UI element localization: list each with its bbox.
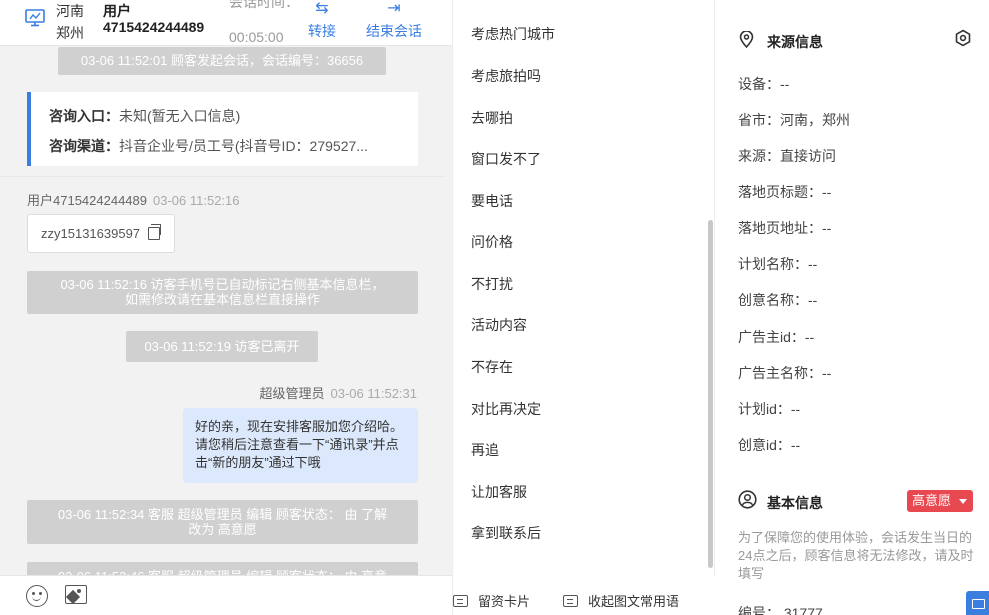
visitor-left-notice: 03-06 11:52:19 访客已离开 xyxy=(126,331,318,362)
user-label: 用户 xyxy=(103,3,131,19)
source-info-row: 创意名称：-- xyxy=(738,292,818,308)
source-info-row: 落地页标题：-- xyxy=(738,184,832,200)
quick-phrase-item[interactable]: 窗口发不了 xyxy=(471,149,541,169)
quick-phrase-item[interactable]: 要电话 xyxy=(471,191,513,211)
entry-value: 未知(暂无入口信息) xyxy=(119,108,241,124)
quick-phrase-item[interactable]: 考虑旅拍吗 xyxy=(471,66,541,86)
customer-number: 编号： 31777 xyxy=(738,605,823,615)
session-start-notice: 03-06 11:52:01 顾客发起会话，会话编号：36656 xyxy=(58,47,386,75)
basic-info-title: 基本信息 xyxy=(767,495,823,511)
entry-row: 咨询入口：未知(暂无入口信息) xyxy=(49,106,240,126)
message-icon xyxy=(563,595,578,607)
entry-label: 咨询入口： xyxy=(49,108,119,124)
channel-label: 咨询渠道： xyxy=(49,138,119,154)
chat-panel: 03-06 11:52:01 顾客发起会话，会话编号：36656 咨询入口：未知… xyxy=(0,0,452,615)
source-info-row: 省市：河南，郑州 xyxy=(738,112,850,128)
edit-deadline-notice: 为了保障您的使用体验，会话发生当日的24点之后，顾客信息将无法修改，请及时填写 xyxy=(738,530,974,581)
quick-phrase-item[interactable]: 考虑热门城市 xyxy=(471,24,555,44)
source-info-row: 来源：直接访问 xyxy=(738,148,836,164)
caret-down-icon xyxy=(959,499,967,504)
source-info-title: 来源信息 xyxy=(767,34,823,50)
transfer-label: 转接 xyxy=(308,23,336,39)
quick-phrase-item[interactable]: 对比再决定 xyxy=(471,399,541,419)
quick-phrase-item[interactable]: 活动内容 xyxy=(471,315,527,335)
quick-phrase-item[interactable]: 让加客服 xyxy=(471,482,527,502)
end-session-label: 结束会话 xyxy=(366,23,422,39)
customer-info-panel: 来源信息 设备：-- 省市：河南，郑州 来源：直接访问 落地页标题：-- 落地页地址：-… xyxy=(716,0,989,615)
copy-icon[interactable] xyxy=(148,224,161,240)
quick-phrase-item[interactable]: 不打扰 xyxy=(471,274,513,294)
quick-phrase-item[interactable]: 拿到联系后 xyxy=(471,523,541,543)
source-info-row: 创意id：-- xyxy=(738,437,801,453)
lead-card-button[interactable]: 留资卡片 xyxy=(453,591,530,610)
chat-toolbar xyxy=(0,575,452,615)
locate-icon[interactable] xyxy=(954,29,972,47)
agent-name: 超级管理员 xyxy=(259,386,325,401)
source-info-row: 广告主id：-- xyxy=(738,329,815,345)
quick-phrase-item[interactable]: 去哪拍 xyxy=(471,108,513,128)
status-notice-line2: 改为 高意愿 xyxy=(188,522,257,537)
phone-notice-line1: 03-06 11:52:16 访客手机号已自动标记右侧基本信息栏， xyxy=(60,277,385,292)
visitor-time: 03-06 11:52:16 xyxy=(153,193,240,208)
quick-phrase-item[interactable]: 再追 xyxy=(471,440,499,460)
source-info-row: 广告主名称：-- xyxy=(738,365,832,381)
visitor-location: 河南 郑州 xyxy=(56,0,84,44)
user-circle-icon xyxy=(738,490,757,509)
agent-message-meta: 超级管理员 03-06 11:52:31 xyxy=(259,383,417,402)
end-session-button[interactable]: ⇥ 结束会话 xyxy=(362,0,426,39)
location-city: 郑州 xyxy=(56,25,84,41)
wechat-id-chip[interactable]: zzy15131639597 xyxy=(27,214,175,253)
location-pin-icon xyxy=(739,31,754,48)
collapse-phrases-button[interactable]: 收起图文常用语 xyxy=(563,591,679,610)
intent-status-label: 高意愿 xyxy=(912,493,952,508)
phone-notice-line2: 如需修改请在基本信息栏直接操作 xyxy=(124,292,320,307)
monitor-icon xyxy=(25,9,45,27)
status-change-notice: 03-06 11:52:34 客服 超级管理员 编辑 顾客状态： 由 了解 改为… xyxy=(27,500,418,544)
agent-message-bubble: 好的亲，现在安排客服加您介绍哈。请您稍后注意查看一下“通讯录”并点击“新的朋友”… xyxy=(183,408,418,483)
session-duration: 会话时间： 00:05:00 xyxy=(229,0,299,46)
quick-phrase-item[interactable]: 问价格 xyxy=(471,232,513,252)
source-info-row: 计划id：-- xyxy=(738,401,801,417)
user-id: 4715424244489 xyxy=(103,19,205,35)
source-info-row: 设备：-- xyxy=(738,76,790,92)
intent-status-badge[interactable]: 高意愿 xyxy=(907,490,973,512)
phone-marked-notice: 03-06 11:52:16 访客手机号已自动标记右侧基本信息栏， 如需修改请在… xyxy=(27,271,418,314)
scrollbar[interactable] xyxy=(708,220,713,568)
transfer-button[interactable]: ⇆ 转接 xyxy=(305,0,339,39)
quick-phrase-item[interactable]: 不存在 xyxy=(471,357,513,377)
channel-value: 抖音企业号/员工号(抖音号ID：279527... xyxy=(119,138,368,154)
phrase-toolbar: 留资卡片 收起图文常用语 xyxy=(453,576,716,615)
channel-row: 咨询渠道：抖音企业号/员工号(抖音号ID：279527... xyxy=(49,136,368,156)
source-info-row: 落地页地址：-- xyxy=(738,220,832,236)
consult-entry-card: 咨询入口：未知(暂无入口信息) 咨询渠道：抖音企业号/员工号(抖音号ID：279… xyxy=(27,92,418,166)
source-info-row: 计划名称：-- xyxy=(738,256,818,272)
visitor-message-meta: 用户4715424244489 03-06 11:52:16 xyxy=(27,190,240,209)
quick-phrase-panel: 考虑热门城市 考虑旅拍吗去哪拍窗口发不了要电话问价格不打扰活动内容不存在对比再决定… xyxy=(452,0,716,615)
swap-icon: ⇆ xyxy=(315,0,329,17)
agent-time: 03-06 11:52:31 xyxy=(330,386,418,401)
visitor-user: 用户 4715424244489 xyxy=(103,3,204,35)
chat-float-button[interactable] xyxy=(966,591,989,615)
status-notice-line1: 03-06 11:52:34 客服 超级管理员 编辑 顾客状态： 由 了解 xyxy=(57,507,388,522)
duration-value: 00:05:00 xyxy=(229,29,284,45)
collapse-phrases-label: 收起图文常用语 xyxy=(588,594,680,609)
wechat-id-text: zzy15131639597 xyxy=(41,226,141,241)
card-icon xyxy=(453,595,468,607)
duration-label: 会话时间： xyxy=(229,0,299,10)
visitor-name: 用户4715424244489 xyxy=(27,193,147,208)
divider xyxy=(0,176,445,177)
image-icon[interactable] xyxy=(65,585,87,604)
duration-spacer xyxy=(229,11,299,13)
lead-card-label: 留资卡片 xyxy=(478,594,531,609)
emoji-icon[interactable] xyxy=(26,585,48,607)
exit-icon: ⇥ xyxy=(387,0,401,17)
chat-header: 河南 郑州 用户 4715424244489 会话时间： 00:05:00 ⇆ … xyxy=(0,0,452,46)
location-province: 河南 xyxy=(56,3,84,19)
